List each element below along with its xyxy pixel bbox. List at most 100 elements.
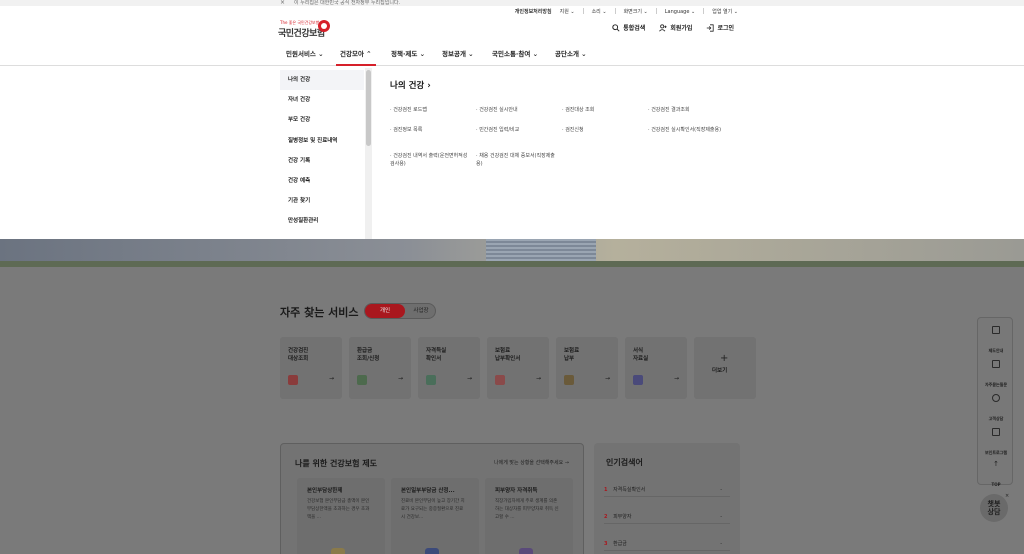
link-checkup-driver[interactable]: 건강검진 내역서 출력(운전면허적성검사용) [390,152,470,168]
chat-icon [992,394,1000,402]
rank-change: - [720,541,722,547]
character-icon [425,548,439,554]
submenu-health-record[interactable]: 건강 기록 [280,151,364,171]
search-term: 자격득실확인서 [613,487,646,493]
scroll-top-button[interactable]: ↑ TOP [978,454,1014,487]
search-term: 환급금 [613,541,627,547]
submenu-find-institution[interactable]: 기관 찾기 [280,191,364,211]
arrow-right-icon: → [328,375,334,382]
service-card[interactable]: 서식 자료실 → [625,337,687,399]
benefit-card[interactable]: 본인일부부담금 산정... 진료비 본인부담이 높고 장기간 치료가 요구되는 … [391,478,479,554]
rank-number: 1 [604,487,608,493]
toggle-personal[interactable]: 개인 [365,304,405,318]
link-checkup-guide[interactable]: 건강검진 실시안내 [476,106,556,114]
service-card-label: 자격득실 확인서 [426,348,447,362]
link-checkup-target[interactable]: 검진대상 조회 [562,106,642,114]
gnb-civil-service[interactable]: 민원서비스 ⌄ [286,43,324,66]
login-button[interactable]: 로그인 [706,23,734,32]
gnb-about[interactable]: 공단소개 ⌄ [555,43,587,66]
chatbot-button[interactable]: 챗봇 상담 [980,494,1008,522]
search-icon [612,23,620,32]
link-checkup-list[interactable]: 검진정보 목록 [390,126,470,134]
scrollbar-thumb[interactable] [366,70,371,146]
service-card-label: 서식 자료실 [633,348,649,362]
service-card[interactable]: 보험료 납부확인서 → [487,337,549,399]
quick-system-guide[interactable]: 제도안내 [978,320,1014,353]
submenu-chronic-care[interactable]: 만성질환관리 [280,211,364,231]
rank-number: 3 [604,541,608,547]
submenu-health-prediction[interactable]: 건강 예측 [280,171,364,191]
service-card[interactable]: 자격득실 확인서 → [418,337,480,399]
rank-change: - [720,514,722,520]
quick-program[interactable]: 보인트로그램 [978,422,1014,455]
benefit-card-title: 피부양자 자격취득 [495,488,538,494]
service-card[interactable]: 보험료 납부 → [556,337,618,399]
service-card[interactable]: 건강검진 대상조회 → [280,337,342,399]
link-private-checkup[interactable]: 민간검진 입력/비교 [476,126,556,134]
program-icon [992,428,1000,436]
popular-search-item[interactable]: 2 피부양자 - [604,510,730,524]
quick-label: 제도안내 [988,348,1004,353]
plus-icon: + [720,353,729,364]
search-button[interactable]: 통합검색 [612,23,645,32]
gnb-policy[interactable]: 정책·제도 ⌄ [391,43,425,66]
more-services-button[interactable]: + 더보기 [694,337,756,399]
gnb-disclosure[interactable]: 정보공개 ⌄ [442,43,474,66]
utility-menu: 개인정보처리방침 지원 ⌄ 소리 ⌄ 화면크기 ⌄ Language ⌄ 업업 … [515,8,738,15]
util-font-size[interactable]: 화면크기 ⌄ [624,8,648,15]
link-recruit-checkup[interactable]: 채용 건강검진 대체 증보서(직장제출용) [476,152,556,168]
service-card[interactable]: 환급금 조회/신청 → [349,337,411,399]
benefit-card[interactable]: 본인부담상한제 건강보험 본인부담금 총액이 본인부담상한액을 초과하는 경우 … [297,478,385,554]
privacy-policy-link[interactable]: 개인정보처리방침 [515,8,552,15]
nhis-logo[interactable]: The 좋은 국민건강보험 국민건강보험 [278,20,334,42]
rank-change: - [720,487,722,493]
benefits-more-link[interactable]: 나에게 맞는 상황을 선택해주세요 → [494,459,569,466]
benefit-card-desc: 진료비 본인부담이 높고 장기간 치료가 요구되는 중증질환으로 진료 시 건강… [401,499,465,520]
arrow-right-icon: → [673,375,679,382]
arrow-right-icon: → [397,375,403,382]
folder-icon [633,375,643,385]
rank-number: 2 [604,514,608,520]
panel-title[interactable]: 나의 건강 › [390,79,431,91]
link-checkup-result[interactable]: 건강검진 결과조회 [648,106,728,114]
util-support[interactable]: 지원 ⌄ [560,8,575,15]
submenu-child-health[interactable]: 자녀 건강 [280,90,364,110]
quick-consult[interactable]: 고객상담 [978,388,1014,421]
coin-icon [331,548,345,554]
popular-search-item[interactable]: 1 자격득실확인서 - [604,483,730,497]
submenu-my-health[interactable]: 나의 건강 [280,70,364,91]
divider [582,8,584,14]
chatbot-close-icon[interactable]: × [1005,493,1009,499]
util-popup[interactable]: 업업 열기 ⌄ [712,8,738,15]
user-plus-icon [659,23,667,31]
util-language[interactable]: Language ⌄ [665,8,695,15]
service-card-label: 보험료 납부확인서 [495,348,521,362]
gnb-participation[interactable]: 국민소통·참여 ⌄ [492,43,538,66]
mega-menu-panel: 나의 건강 자녀 건강 부모 건강 질병정보 및 진료내역 건강 기록 건강 예… [0,66,1024,239]
search-person-icon [288,375,298,385]
quick-faq[interactable]: 자주묻는질문 [978,354,1014,387]
submenu-parent-health[interactable]: 부모 건강 [280,110,364,130]
search-label: 통합검색 [623,25,646,32]
util-sound[interactable]: 소리 ⌄ [592,8,607,15]
document-check-icon [426,375,436,385]
divider [655,8,657,14]
benefit-card-desc: 직장가입자에게 주로 생계를 의존하는 대상자를 피부양자로 취득 신고할 수 … [495,499,559,520]
join-button[interactable]: 회원가입 [659,23,692,32]
link-checkup-apply[interactable]: 검진신청 [562,126,642,134]
popular-search-item[interactable]: 3 환급금 - [604,537,730,551]
link-checkup-certificate[interactable]: 건강검진 실시확인서(직장제출용) [648,126,728,134]
quick-menu: 제도안내 자주묻는질문 고객상담 보인트로그램 ↑ TOP [977,317,1014,487]
link-checkup-roadmap[interactable]: 건강검진 로드맵 [390,106,470,114]
service-card-label: 보험료 납부 [564,348,580,362]
gnb-health-moa[interactable]: 건강모아 ⌃ [336,43,376,66]
submenu-disease-info[interactable]: 질병정보 및 진료내역 [280,131,364,151]
benefit-card-title: 본인일부부담금 산정... [401,488,455,494]
search-term: 피부양자 [613,514,632,520]
benefit-card[interactable]: 피부양자 자격취득 직장가입자에게 주로 생계를 의존하는 대상자를 피부양자로… [485,478,573,554]
arrow-up-icon: ↑ [993,460,999,468]
hero-banner [0,239,1024,267]
toggle-business[interactable]: 사업장 [405,304,437,318]
service-card-label: 환급금 조회/신청 [357,348,380,362]
submenu-scrollbar[interactable] [365,68,372,239]
